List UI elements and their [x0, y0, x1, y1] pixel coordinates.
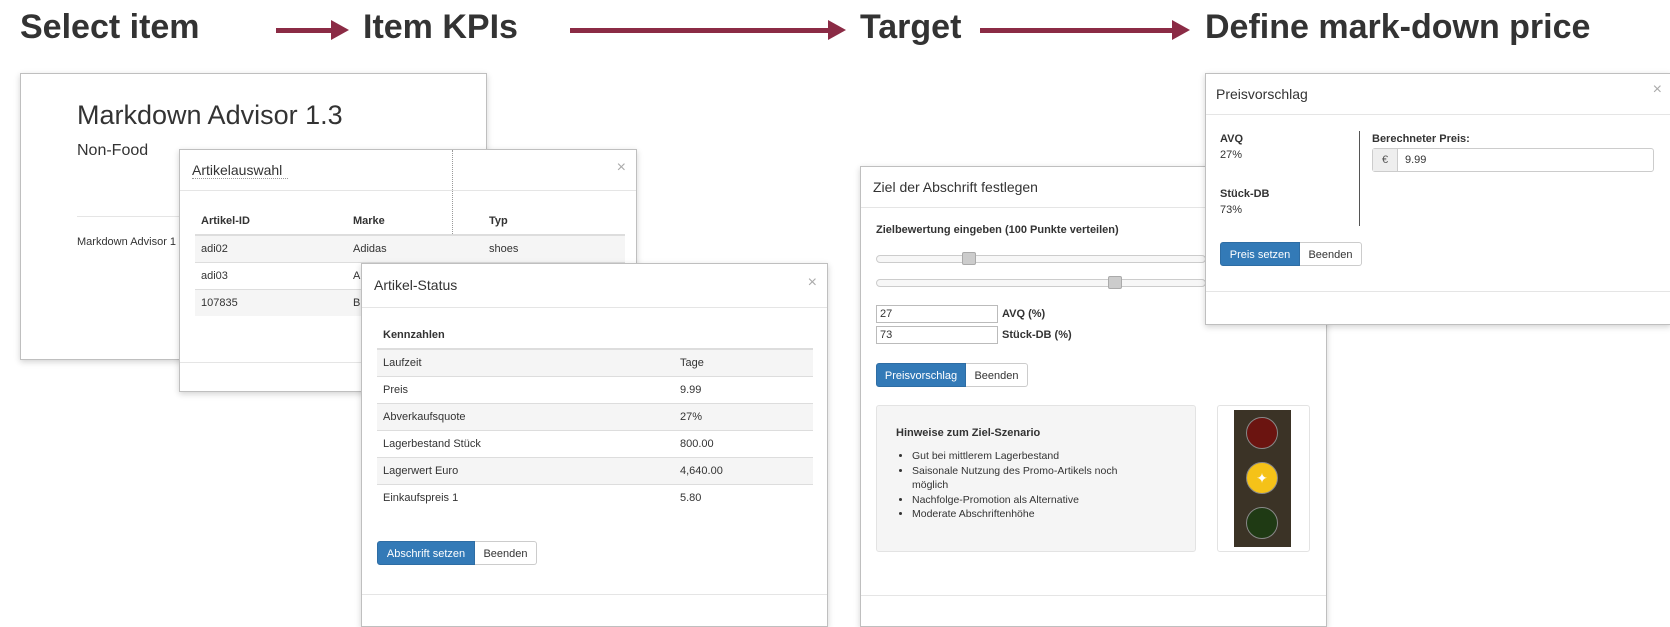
- set-markdown-button[interactable]: Abschrift setzen: [377, 541, 475, 565]
- kpi-value: 5.80: [674, 484, 813, 511]
- kpi-label: Abverkaufsquote: [377, 403, 674, 431]
- avq-label: AVQ: [1220, 133, 1244, 145]
- app-footer-text: Markdown Advisor 1: [77, 236, 177, 248]
- arrow-icon: [276, 20, 349, 40]
- kpi-label: Lagerbestand Stück: [377, 430, 674, 458]
- kpi-value: 4,640.00: [674, 457, 813, 485]
- list-item: Gut bei mittlerem Lagerbestand: [912, 449, 1147, 464]
- list-item: Nachfolge-Promotion als Alternative: [912, 493, 1147, 508]
- modal-title: Artikel-Status: [374, 277, 458, 293]
- modal-title: Artikelauswahl: [192, 162, 289, 179]
- slider-handle[interactable]: [1108, 276, 1122, 289]
- divider: [362, 594, 827, 595]
- section-header: Kennzahlen: [377, 322, 674, 350]
- close-icon[interactable]: ×: [1653, 82, 1662, 98]
- db-value: 73%: [1220, 204, 1243, 216]
- list-item: Saisonale Nutzung des Promo-Artikels noc…: [912, 464, 1147, 493]
- close-button[interactable]: Beenden: [966, 363, 1028, 387]
- table-row[interactable]: adi02 Adidas shoes: [195, 234, 625, 263]
- kpi-label: Preis: [377, 376, 674, 404]
- db-label: Stück-DB (%): [1002, 329, 1072, 341]
- kpi-value: Tage: [674, 348, 813, 377]
- db-input[interactable]: 73: [876, 326, 998, 344]
- target-instruction: Zielbewertung eingeben (100 Punkte verte…: [876, 224, 1119, 236]
- step-title-define-markdown: Define mark-down price: [1205, 8, 1591, 46]
- step-title-item-kpis: Item KPIs: [363, 8, 518, 46]
- table-row: Abverkaufsquote 27%: [377, 403, 813, 431]
- hint-title: Hinweise zum Ziel-Szenario: [896, 427, 1041, 439]
- price-input-group: € 9.99: [1372, 148, 1654, 172]
- app-subtitle: Non-Food: [77, 142, 149, 159]
- table-cell: 107835: [195, 289, 347, 316]
- kpi-table: Kennzahlen Laufzeit Tage Preis 9.99 Abve…: [377, 322, 813, 511]
- artikel-status-modal: Artikel-Status × Kennzahlen Laufzeit Tag…: [361, 263, 828, 627]
- set-price-button[interactable]: Preis setzen: [1220, 242, 1300, 266]
- kpi-label: Laufzeit: [377, 348, 674, 377]
- avq-value: 27%: [1220, 149, 1243, 161]
- column-header[interactable]: Marke: [347, 208, 483, 236]
- column-header[interactable]: Typ: [483, 208, 625, 236]
- traffic-light-icon: ✦: [1234, 410, 1291, 547]
- list-item: Moderate Abschriftenhöhe: [912, 507, 1147, 522]
- table-row: Lagerbestand Stück 800.00: [377, 430, 813, 458]
- db-label: Stück-DB: [1220, 188, 1270, 200]
- column-header: [674, 322, 813, 350]
- kpi-value: 800.00: [674, 430, 813, 458]
- avq-slider[interactable]: [876, 252, 1206, 265]
- green-light: [1246, 507, 1278, 539]
- price-input[interactable]: 9.99: [1405, 149, 1426, 171]
- avq-input[interactable]: 27: [876, 305, 998, 323]
- avq-label: AVQ (%): [1002, 308, 1046, 320]
- table-row: Lagerwert Euro 4,640.00: [377, 457, 813, 485]
- close-button[interactable]: Beenden: [1300, 242, 1362, 266]
- computed-price-label: Berechneter Preis:: [1372, 133, 1470, 145]
- workflow-stage: Select item Item KPIs Target Define mark…: [0, 0, 1670, 627]
- table-cell: adi03: [195, 262, 347, 290]
- kpi-value: 27%: [674, 403, 813, 431]
- modal-header: Artikel-Status ×: [362, 264, 827, 308]
- table-row: Preis 9.99: [377, 376, 813, 404]
- divider: [1359, 131, 1360, 226]
- arrow-icon: [570, 20, 846, 40]
- red-light: [1246, 417, 1278, 449]
- app-title: Markdown Advisor 1.3: [77, 100, 343, 130]
- slider-handle[interactable]: [962, 252, 976, 265]
- price-proposal-modal: Preisvorschlag × AVQ 27% Stück-DB 73% Be…: [1205, 73, 1670, 325]
- table-row: Laufzeit Tage: [377, 348, 813, 377]
- column-header[interactable]: Artikel-ID: [195, 208, 347, 236]
- modal-title: Ziel der Abschrift festlegen: [873, 179, 1038, 195]
- table-cell: Adidas: [347, 234, 483, 263]
- arrow-icon: [980, 20, 1190, 40]
- modal-header: Preisvorschlag ×: [1206, 74, 1670, 115]
- yellow-light: ✦: [1246, 462, 1278, 494]
- hint-list: Gut bei mittlerem Lagerbestand Saisonale…: [896, 449, 1147, 522]
- traffic-light-frame: ✦: [1217, 405, 1310, 552]
- kpi-label: Lagerwert Euro: [377, 457, 674, 485]
- close-icon[interactable]: ×: [617, 160, 626, 176]
- kpi-value: 9.99: [674, 376, 813, 404]
- table-cell: adi02: [195, 234, 347, 263]
- table-cell: shoes: [483, 234, 625, 263]
- modal-title: Preisvorschlag: [1216, 86, 1308, 102]
- db-slider[interactable]: [876, 276, 1206, 289]
- currency-icon: €: [1373, 149, 1398, 171]
- close-button[interactable]: Beenden: [475, 541, 537, 565]
- divider: [1206, 291, 1670, 292]
- close-icon[interactable]: ×: [808, 275, 817, 291]
- step-title-target: Target: [860, 8, 962, 46]
- modal-header: Artikelauswahl ×: [180, 150, 636, 191]
- divider: [861, 595, 1326, 596]
- step-title-select-item: Select item: [20, 8, 200, 46]
- hint-box: Hinweise zum Ziel-Szenario Gut bei mittl…: [876, 405, 1196, 552]
- table-row: Einkaufspreis 1 5.80: [377, 484, 813, 511]
- sparkle-icon: ✦: [1256, 469, 1268, 486]
- kpi-label: Einkaufspreis 1: [377, 484, 674, 511]
- price-proposal-button[interactable]: Preisvorschlag: [876, 363, 966, 387]
